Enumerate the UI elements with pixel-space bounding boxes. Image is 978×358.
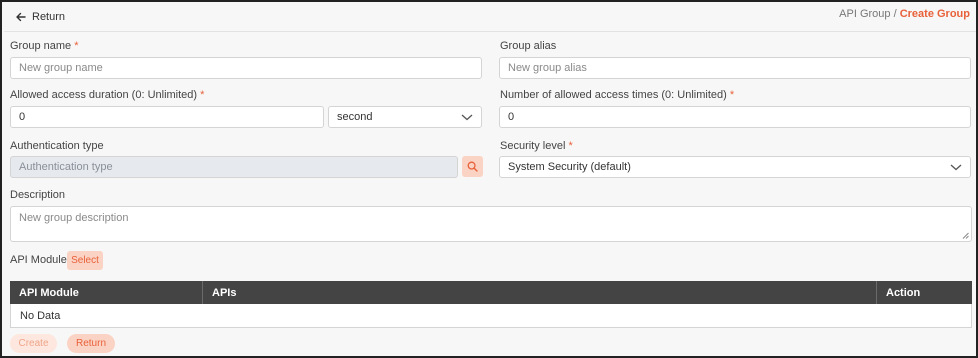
breadcrumb-parent[interactable]: API Group: [839, 8, 890, 20]
duration-unit-select[interactable]: second: [328, 106, 482, 128]
duration-label-text: Allowed access duration (0: Unlimited): [10, 89, 198, 101]
access-times-input[interactable]: 0: [499, 106, 971, 128]
required-mark: *: [74, 40, 79, 52]
security-level-label-text: Security level: [500, 140, 566, 152]
api-module-label: API Module: [10, 254, 67, 266]
group-name-input[interactable]: New group name: [10, 57, 482, 79]
duration-unit-value: second: [337, 111, 373, 123]
top-bar: Return API Group / Create Group: [4, 4, 976, 32]
auth-type-input: Authentication type: [10, 156, 458, 178]
group-name-label: Group name *: [10, 40, 79, 52]
breadcrumb: API Group / Create Group: [839, 8, 970, 20]
required-mark: *: [200, 89, 205, 101]
chevron-down-icon: [461, 114, 473, 121]
group-alias-label: Group alias: [500, 40, 557, 52]
duration-input[interactable]: 0: [10, 106, 324, 128]
column-header-action: Action: [876, 281, 972, 304]
required-mark: *: [729, 89, 735, 101]
column-header-api-module: API Module: [19, 286, 79, 299]
access-times-label: Number of allowed access times (0: Unlim…: [500, 89, 734, 101]
auth-type-label: Authentication type: [10, 140, 104, 152]
breadcrumb-current: Create Group: [899, 8, 970, 20]
chevron-down-icon: [950, 164, 962, 171]
search-icon: [467, 161, 478, 172]
arrow-left-icon: [16, 12, 26, 22]
security-level-label: Security level *: [500, 140, 573, 152]
api-module-select-button[interactable]: Select: [67, 251, 103, 270]
security-level-value: System Security (default): [508, 161, 631, 173]
access-times-label-text: Number of allowed access times (0: Unlim…: [500, 89, 727, 101]
security-level-select[interactable]: System Security (default): [499, 156, 971, 178]
api-module-table-empty-row: No Data: [10, 304, 972, 328]
duration-label: Allowed access duration (0: Unlimited) *: [10, 89, 204, 101]
resize-grip-icon[interactable]: [962, 232, 969, 239]
required-mark: *: [568, 140, 573, 152]
create-button[interactable]: Create: [10, 334, 57, 353]
description-placeholder: New group description: [19, 212, 129, 224]
description-label: Description: [10, 189, 66, 201]
api-module-table-header: API Module APIs Action: [10, 281, 972, 304]
description-textarea[interactable]: New group description: [10, 206, 972, 242]
breadcrumb-separator: /: [893, 8, 897, 20]
return-label: Return: [32, 11, 66, 23]
auth-type-search-button[interactable]: [462, 156, 483, 177]
group-alias-input[interactable]: New group alias: [499, 57, 971, 79]
column-header-apis: APIs: [202, 281, 876, 304]
group-name-label-text: Group name: [10, 40, 72, 52]
return-button[interactable]: Return: [67, 334, 115, 353]
create-group-page: Return API Group / Create Group Group na…: [0, 0, 978, 358]
return-link[interactable]: Return: [16, 11, 65, 23]
